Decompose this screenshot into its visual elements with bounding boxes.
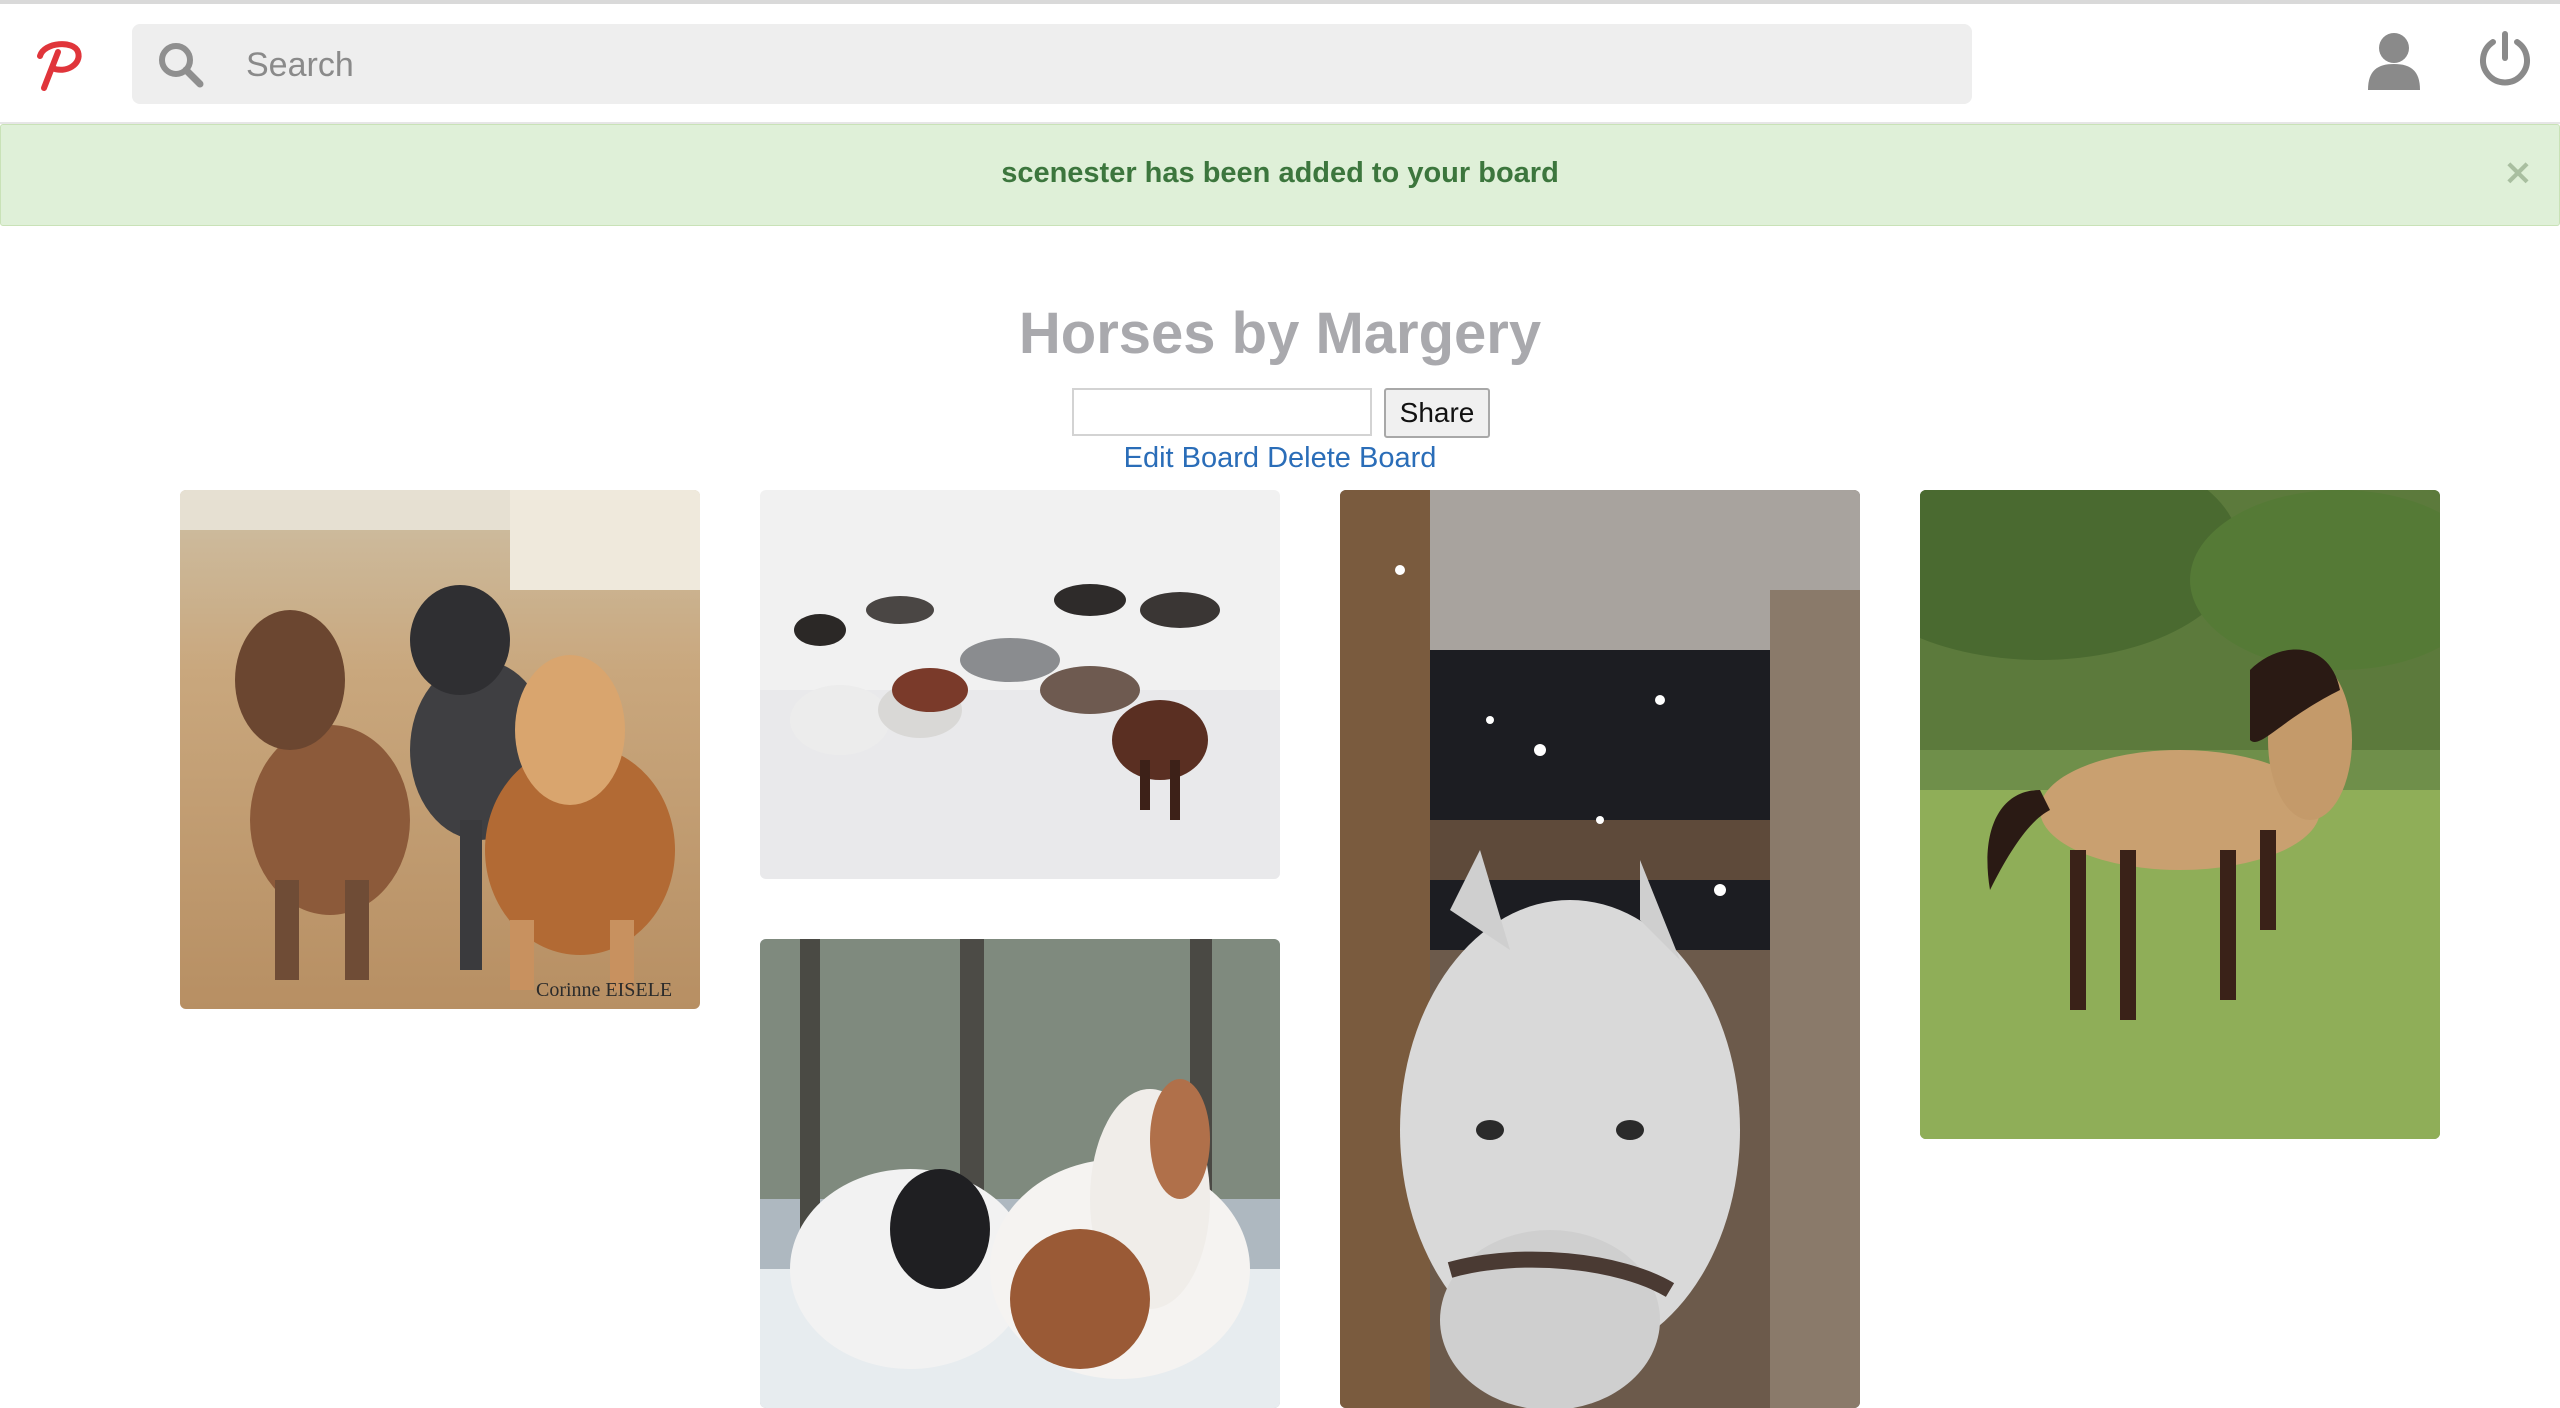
board-actions: Edit Board Delete Board bbox=[0, 442, 2560, 475]
pin-image[interactable] bbox=[760, 939, 1280, 1408]
power-icon[interactable] bbox=[2476, 30, 2534, 88]
horses-running-in-snow-photo bbox=[760, 490, 1280, 879]
share-button[interactable]: Share bbox=[1384, 388, 1490, 438]
pin-image[interactable]: Corinne EISELE bbox=[180, 490, 700, 1009]
user-icon[interactable] bbox=[2364, 30, 2424, 92]
search-input[interactable] bbox=[244, 34, 1948, 96]
search-bar bbox=[132, 24, 1972, 104]
photo-watermark: Corinne EISELE bbox=[536, 979, 672, 1001]
white-horse-in-snowy-barn-photo bbox=[1340, 490, 1860, 1408]
pin-image[interactable] bbox=[760, 490, 1280, 879]
share-input[interactable] bbox=[1072, 388, 1372, 436]
alert-close-button[interactable]: × bbox=[2501, 151, 2535, 195]
buckskin-horse-in-field-photo bbox=[1920, 490, 2440, 1139]
search-icon[interactable] bbox=[156, 40, 204, 88]
pinto-ponies-in-winter-photo bbox=[760, 939, 1280, 1408]
pin-image[interactable] bbox=[1920, 490, 2440, 1139]
delete-board-link[interactable]: Delete Board bbox=[1267, 442, 1436, 474]
alert-message: scenester has been added to your board bbox=[1001, 157, 1559, 189]
edit-board-link[interactable]: Edit Board bbox=[1124, 442, 1259, 474]
pinterest-logo-icon[interactable] bbox=[30, 34, 90, 94]
pin-image[interactable] bbox=[1340, 490, 1860, 1408]
board-title: Horses by Margery bbox=[1018, 301, 1542, 366]
success-alert: scenester has been added to your board × bbox=[0, 124, 2560, 226]
navbar bbox=[0, 4, 2560, 124]
miniature-ponies-photo: Corinne EISELE bbox=[180, 490, 700, 1009]
